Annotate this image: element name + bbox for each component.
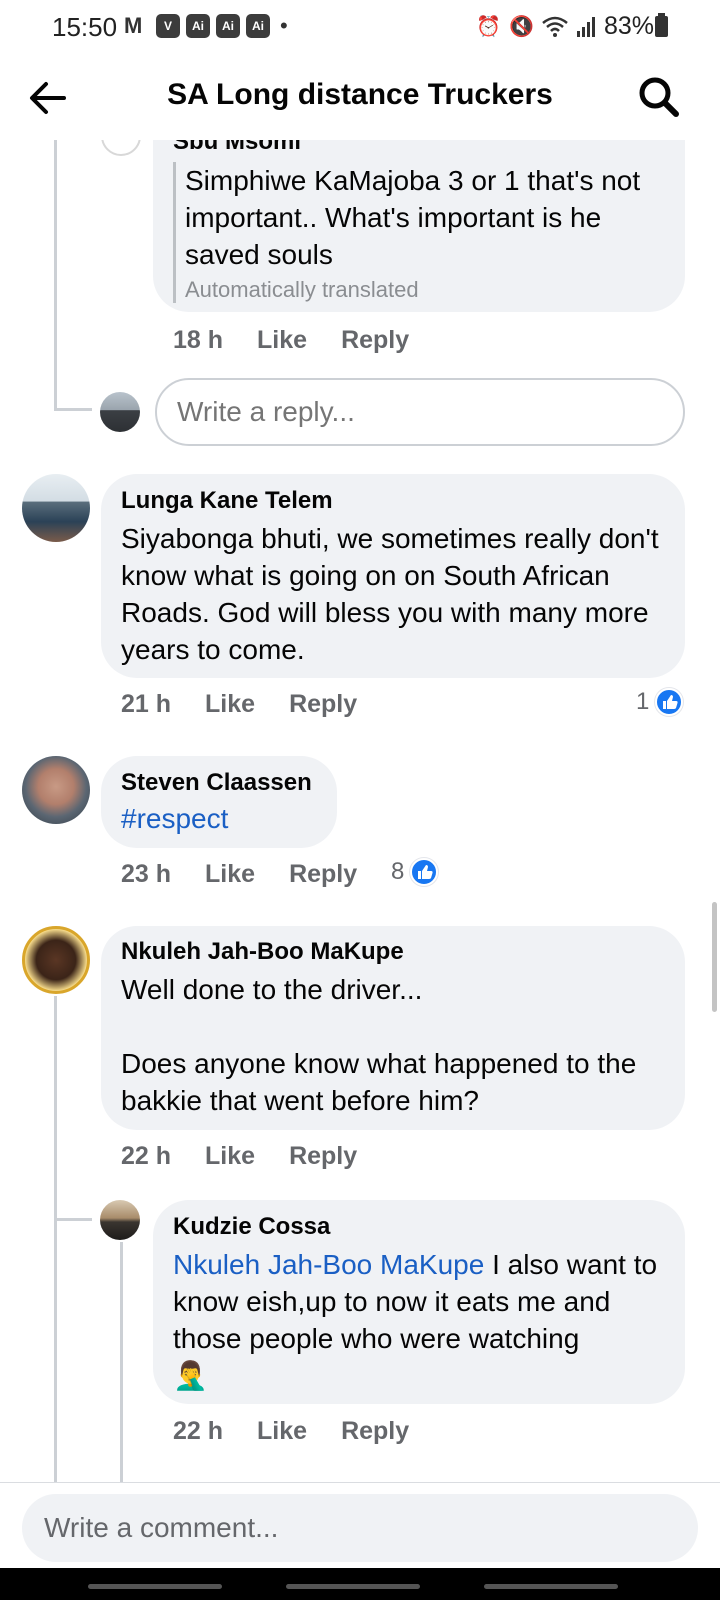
comment-text: Nkuleh Jah-Boo MaKupe I also want to kno… <box>173 1246 673 1394</box>
avatar[interactable] <box>22 474 90 542</box>
like-button[interactable]: Like <box>257 1417 307 1446</box>
comment-author[interactable]: Steven Claassen <box>121 769 312 797</box>
comment-actions: 23 h Like Reply <box>121 860 357 889</box>
comment-composer <box>0 1482 720 1568</box>
ai-app-icon: Ai <box>216 14 240 38</box>
comment-time: 21 h <box>121 690 172 718</box>
comment-author[interactable]: Kudzie Cossa <box>173 1213 330 1241</box>
group-header: SA Long distance Truckers <box>0 56 720 140</box>
avatar[interactable] <box>22 756 90 824</box>
like-button[interactable]: Like <box>205 690 255 719</box>
signal-icon <box>576 16 595 37</box>
like-button[interactable]: Like <box>257 326 307 355</box>
search-icon <box>639 77 679 117</box>
comment-input[interactable] <box>22 1494 698 1562</box>
more-notifications-icon: • <box>280 13 288 38</box>
ai-app-icon: Ai <box>186 14 210 38</box>
reply-button[interactable]: Reply <box>341 326 409 355</box>
avatar[interactable] <box>22 926 90 994</box>
status-bar: 15:50 M V Ai Ai Ai • ⏰ 🔇 83% <box>0 0 720 56</box>
reaction-number: 1 <box>636 688 650 715</box>
mention-link[interactable]: Nkuleh Jah-Boo MaKupe <box>173 1249 484 1280</box>
notification-icons: M V Ai Ai Ai • <box>124 13 288 39</box>
translation-quote: Simphiwe KaMajoba 3 or 1 that's not impo… <box>173 162 673 303</box>
comment-actions: 18 h Like Reply <box>173 326 409 355</box>
comment-author[interactable]: Sbu Msomi <box>173 140 301 156</box>
comment-text: Simphiwe KaMajoba 3 or 1 that's not impo… <box>185 165 641 270</box>
avatar[interactable] <box>101 140 141 156</box>
reaction-count[interactable]: 1 <box>636 688 684 716</box>
comment-time: 18 h <box>173 326 224 354</box>
reaction-number: 8 <box>391 858 405 885</box>
wifi-icon <box>542 16 568 37</box>
battery-percent: 83% <box>603 12 654 40</box>
reply-input[interactable] <box>155 378 685 446</box>
comment-time: 23 h <box>121 860 172 888</box>
avatar[interactable] <box>100 1200 140 1240</box>
thread-line <box>120 1242 123 1482</box>
thumbs-up-icon <box>410 858 439 886</box>
thread-line <box>54 408 92 411</box>
alarm-icon: ⏰ <box>476 16 502 38</box>
comment-author[interactable]: Lunga Kane Telem <box>121 487 333 515</box>
like-button[interactable]: Like <box>205 860 255 889</box>
comment-text: Well done to the driver... <box>121 974 423 1005</box>
reaction-count[interactable]: 8 <box>391 858 439 886</box>
comment-text: Does anyone know what happened to the ba… <box>121 1048 637 1116</box>
thread-line <box>54 140 57 410</box>
ai-app-icon: Ai <box>246 14 270 38</box>
facepalm-emoji: 🤦‍♂️ <box>173 1360 208 1391</box>
reply-button[interactable]: Reply <box>289 690 357 719</box>
thread-line <box>54 996 57 1482</box>
v-app-icon: V <box>156 14 180 38</box>
thumbs-up-icon <box>655 688 684 716</box>
comment-time: 22 h <box>173 1417 224 1445</box>
like-button[interactable]: Like <box>205 1142 255 1171</box>
system-icons: ⏰ 🔇 83% <box>476 12 654 41</box>
recent-apps-button[interactable] <box>88 1584 222 1589</box>
battery-icon <box>655 13 668 37</box>
reply-button[interactable]: Reply <box>341 1417 409 1446</box>
mute-icon: 🔇 <box>509 16 534 38</box>
comment-text: Siyabonga bhuti, we sometimes really don… <box>121 523 659 665</box>
back-nav-button[interactable] <box>484 1584 618 1589</box>
reply-button[interactable]: Reply <box>289 1142 357 1171</box>
page-title: SA Long distance Truckers <box>167 78 553 111</box>
status-time: 15:50 <box>52 12 118 42</box>
comment-actions: 21 h Like Reply <box>121 690 357 719</box>
comment-author[interactable]: Nkuleh Jah-Boo MaKupe <box>121 938 404 966</box>
mail-icon: M <box>124 13 143 38</box>
current-user-avatar <box>100 392 140 432</box>
thread-line <box>54 1218 92 1221</box>
reply-button[interactable]: Reply <box>289 860 357 889</box>
comment-time: 22 h <box>121 1142 172 1170</box>
comment-actions: 22 h Like Reply <box>173 1417 409 1446</box>
hashtag-link[interactable]: #respect <box>121 800 228 837</box>
comments-list[interactable]: Sbu Msomi Simphiwe KaMajoba 3 or 1 that'… <box>0 140 720 1482</box>
system-nav-bar <box>0 1568 720 1600</box>
translation-note: Automatically translated <box>185 277 419 302</box>
home-button[interactable] <box>286 1584 420 1589</box>
comment-actions: 22 h Like Reply <box>121 1142 357 1171</box>
scrollbar-thumb[interactable] <box>712 902 717 1012</box>
search-button[interactable] <box>636 74 682 120</box>
